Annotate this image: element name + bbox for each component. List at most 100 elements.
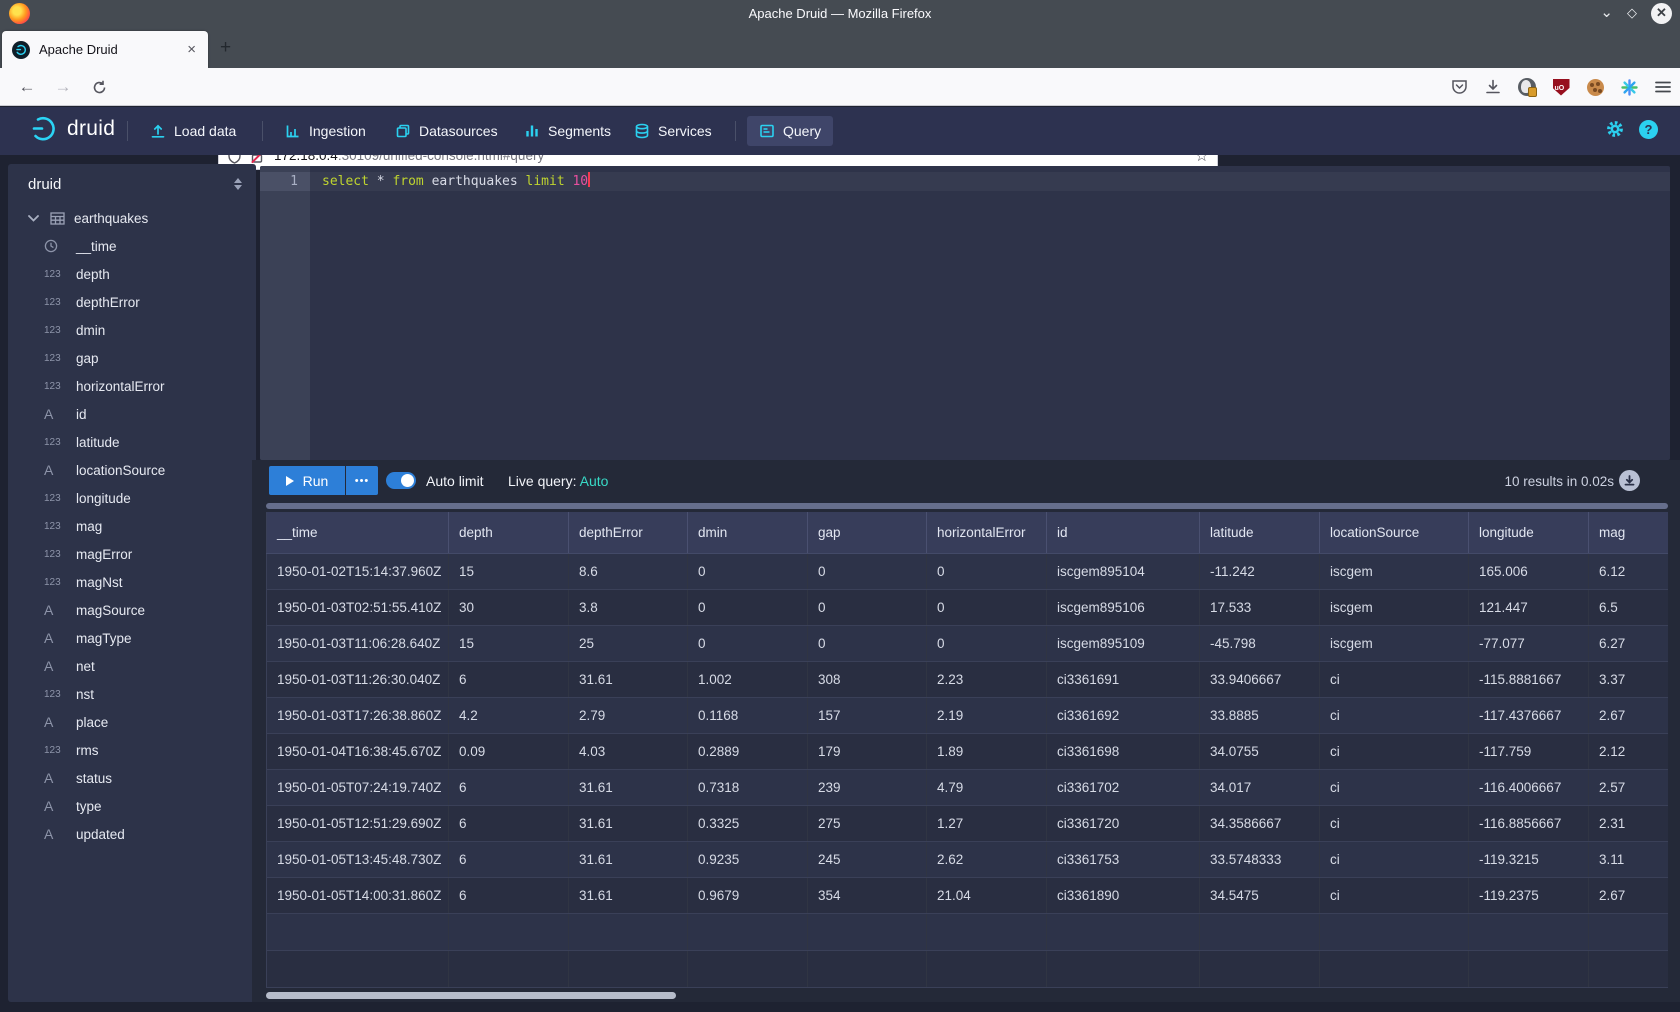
table-cell[interactable]: 33.5748333: [1200, 841, 1320, 877]
table-cell[interactable]: -115.8881667: [1469, 661, 1589, 697]
table-cell[interactable]: 6: [449, 769, 569, 805]
table-cell[interactable]: 6: [449, 877, 569, 913]
table-cell[interactable]: 0: [688, 553, 808, 589]
table-cell[interactable]: 31.61: [569, 805, 688, 841]
table-cell[interactable]: 34.0755: [1200, 733, 1320, 769]
tab-close-icon[interactable]: ×: [185, 41, 198, 58]
menu-hamburger-icon[interactable]: [1646, 73, 1680, 101]
sidebar-column-item[interactable]: AlocationSource: [8, 456, 256, 484]
table-cell[interactable]: ci3361692: [1047, 697, 1200, 733]
pocket-icon[interactable]: [1442, 73, 1476, 101]
table-cell[interactable]: 0.9235: [688, 841, 808, 877]
table-cell[interactable]: iscgem: [1320, 589, 1469, 625]
table-cell[interactable]: 1950-01-05T07:24:19.740Z: [267, 769, 449, 805]
table-cell[interactable]: 6: [449, 805, 569, 841]
table-cell[interactable]: 275: [808, 805, 927, 841]
table-cell[interactable]: 2.79: [569, 697, 688, 733]
table-cell[interactable]: 31.61: [569, 769, 688, 805]
sidebar-column-item[interactable]: Aplace: [8, 708, 256, 736]
column-header[interactable]: dmin: [688, 512, 808, 553]
table-cell[interactable]: 245: [808, 841, 927, 877]
table-cell[interactable]: ci3361691: [1047, 661, 1200, 697]
table-cell[interactable]: 34.017: [1200, 769, 1320, 805]
reload-button[interactable]: [86, 75, 112, 99]
new-tab-button[interactable]: +: [220, 39, 231, 57]
column-header[interactable]: mag: [1589, 512, 1669, 553]
table-cell[interactable]: ci3361720: [1047, 805, 1200, 841]
sidebar-column-item[interactable]: 123nst: [8, 680, 256, 708]
sidebar-column-item[interactable]: __time: [8, 232, 256, 260]
run-button[interactable]: Run: [269, 466, 345, 495]
table-cell[interactable]: 21.04: [927, 877, 1047, 913]
table-cell[interactable]: ci: [1320, 841, 1469, 877]
table-cell[interactable]: 3.8: [569, 589, 688, 625]
editor-results-splitter[interactable]: [266, 503, 1668, 509]
table-cell[interactable]: 30: [449, 589, 569, 625]
table-cell[interactable]: 0.2889: [688, 733, 808, 769]
run-more-options-button[interactable]: •••: [346, 466, 378, 495]
table-cell[interactable]: ci3361890: [1047, 877, 1200, 913]
table-cell[interactable]: 6.27: [1589, 625, 1669, 661]
table-cell[interactable]: 0: [808, 553, 927, 589]
sidebar-column-item[interactable]: 123rms: [8, 736, 256, 764]
cookie-extension-icon[interactable]: [1578, 73, 1612, 101]
horizontal-scrollbar[interactable]: [266, 992, 676, 999]
column-header[interactable]: gap: [808, 512, 927, 553]
downloads-icon[interactable]: [1476, 73, 1510, 101]
nav-item-load-data[interactable]: Load data: [150, 119, 236, 143]
table-cell[interactable]: 0.9679: [688, 877, 808, 913]
sidebar-column-item[interactable]: 123latitude: [8, 428, 256, 456]
table-cell[interactable]: 0: [808, 625, 927, 661]
table-cell[interactable]: 34.5475: [1200, 877, 1320, 913]
table-cell[interactable]: 2.31: [1589, 805, 1669, 841]
column-header[interactable]: latitude: [1200, 512, 1320, 553]
sidebar-table-earthquakes[interactable]: earthquakes: [8, 204, 256, 232]
table-cell[interactable]: -119.3215: [1469, 841, 1589, 877]
table-cell[interactable]: 0: [688, 625, 808, 661]
column-header[interactable]: __time: [267, 512, 449, 553]
window-maximize-button[interactable]: ◇: [1627, 2, 1637, 24]
sidebar-column-item[interactable]: AmagType: [8, 624, 256, 652]
column-header[interactable]: locationSource: [1320, 512, 1469, 553]
table-cell[interactable]: -116.4006667: [1469, 769, 1589, 805]
sidebar-column-item[interactable]: 123gap: [8, 344, 256, 372]
table-cell[interactable]: 1950-01-03T11:06:28.640Z: [267, 625, 449, 661]
druid-logo[interactable]: druid: [30, 116, 115, 142]
asterisk-extension-icon[interactable]: [1612, 73, 1646, 101]
table-cell[interactable]: 8.6: [569, 553, 688, 589]
table-cell[interactable]: 31.61: [569, 877, 688, 913]
table-cell[interactable]: 1.002: [688, 661, 808, 697]
window-minimize-button[interactable]: ⌄: [1600, 2, 1613, 24]
table-cell[interactable]: 1950-01-03T02:51:55.410Z: [267, 589, 449, 625]
table-cell[interactable]: ci3361698: [1047, 733, 1200, 769]
table-cell[interactable]: ci: [1320, 769, 1469, 805]
sidebar-column-item[interactable]: 123mag: [8, 512, 256, 540]
table-cell[interactable]: 2.67: [1589, 697, 1669, 733]
table-cell[interactable]: 6.5: [1589, 589, 1669, 625]
table-cell[interactable]: -117.4376667: [1469, 697, 1589, 733]
table-cell[interactable]: 1.89: [927, 733, 1047, 769]
sidebar-column-item[interactable]: 123magNst: [8, 568, 256, 596]
column-header[interactable]: depthError: [569, 512, 688, 553]
sidebar-column-item[interactable]: 123depth: [8, 260, 256, 288]
sidebar-column-item[interactable]: AmagSource: [8, 596, 256, 624]
table-cell[interactable]: 0: [927, 553, 1047, 589]
table-cell[interactable]: ci: [1320, 877, 1469, 913]
table-cell[interactable]: 0: [688, 589, 808, 625]
table-cell[interactable]: 2.67: [1589, 877, 1669, 913]
table-cell[interactable]: -11.242: [1200, 553, 1320, 589]
table-cell[interactable]: 15: [449, 553, 569, 589]
table-cell[interactable]: 33.9406667: [1200, 661, 1320, 697]
schema-selector[interactable]: druid: [8, 164, 256, 204]
live-query-control[interactable]: Live query: Auto: [508, 473, 608, 489]
table-cell[interactable]: 239: [808, 769, 927, 805]
forward-button[interactable]: →: [50, 75, 76, 99]
table-cell[interactable]: 1950-01-04T16:38:45.670Z: [267, 733, 449, 769]
help-icon[interactable]: ?: [1639, 120, 1658, 139]
sidebar-column-item[interactable]: 123dmin: [8, 316, 256, 344]
table-cell[interactable]: 1950-01-05T14:00:31.860Z: [267, 877, 449, 913]
sidebar-column-item[interactable]: 123longitude: [8, 484, 256, 512]
table-cell[interactable]: 0.09: [449, 733, 569, 769]
table-cell[interactable]: 0.1168: [688, 697, 808, 733]
browser-tab[interactable]: Apache Druid ×: [2, 31, 208, 68]
